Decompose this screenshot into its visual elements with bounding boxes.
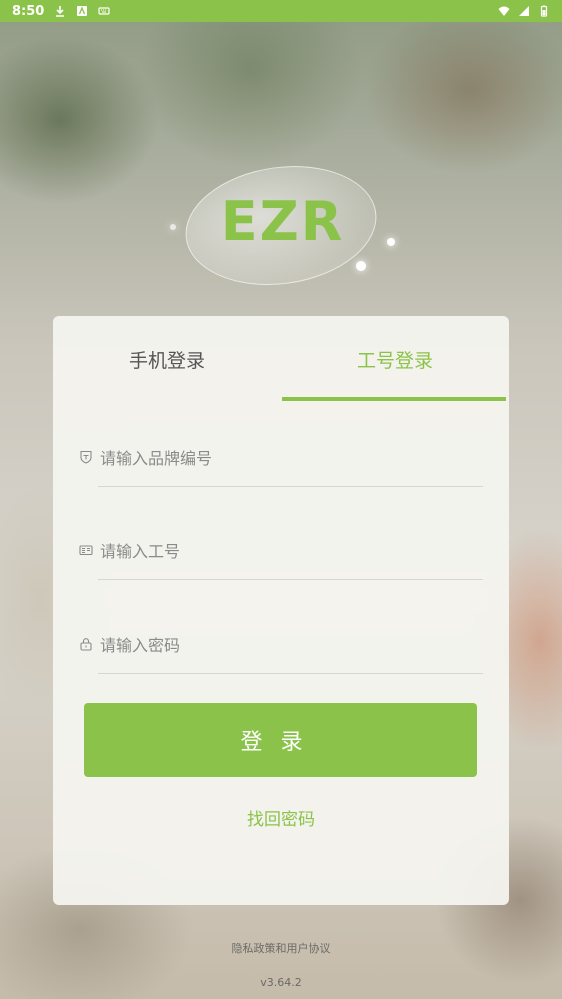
brand-shield-icon xyxy=(80,450,92,464)
tab-phone-login[interactable]: 手机登录 xyxy=(53,316,281,402)
cell-signal-icon xyxy=(519,6,529,16)
employee-id-field xyxy=(77,517,487,611)
login-button[interactable]: 登录 xyxy=(84,703,477,777)
tab-label: 工号登录 xyxy=(356,349,433,372)
employee-id-input[interactable] xyxy=(98,535,487,567)
brand-input[interactable] xyxy=(98,442,487,474)
lock-icon xyxy=(80,638,92,651)
password-field xyxy=(77,611,487,705)
ezr-logo: EZR xyxy=(170,154,395,297)
tab-employee-login[interactable]: 工号登录 xyxy=(281,316,509,402)
field-underline xyxy=(98,673,483,674)
download-icon xyxy=(56,6,65,17)
logo-sparkle xyxy=(356,261,366,271)
status-time: 8:50 xyxy=(12,3,45,19)
app-notification-icon xyxy=(77,6,88,16)
field-underline xyxy=(98,579,483,580)
forgot-password-link[interactable]: 找回密码 xyxy=(53,805,509,830)
login-tabs: 手机登录 工号登录 xyxy=(53,316,509,402)
logo-sparkle xyxy=(170,224,176,230)
active-tab-indicator xyxy=(282,397,506,401)
login-card: 手机登录 工号登录 登录 xyxy=(53,316,509,905)
tab-label: 手机登录 xyxy=(128,349,205,372)
logo-sparkle xyxy=(387,238,395,246)
version-label: v3.64.2 xyxy=(260,976,302,989)
field-underline xyxy=(98,486,483,487)
wifi-icon xyxy=(498,6,510,16)
battery-icon xyxy=(540,5,548,17)
id-card-icon xyxy=(79,545,93,556)
status-bar: 8:50 xyxy=(0,0,562,22)
password-input[interactable] xyxy=(98,629,487,661)
login-button-label: 登录 xyxy=(240,729,321,754)
forgot-password-label: 找回密码 xyxy=(247,810,315,830)
brand-field xyxy=(77,424,487,518)
keyboard-icon xyxy=(98,7,110,15)
logo-text: EZR xyxy=(220,190,345,253)
privacy-policy-link[interactable]: 隐私政策和用户协议 xyxy=(0,940,562,956)
